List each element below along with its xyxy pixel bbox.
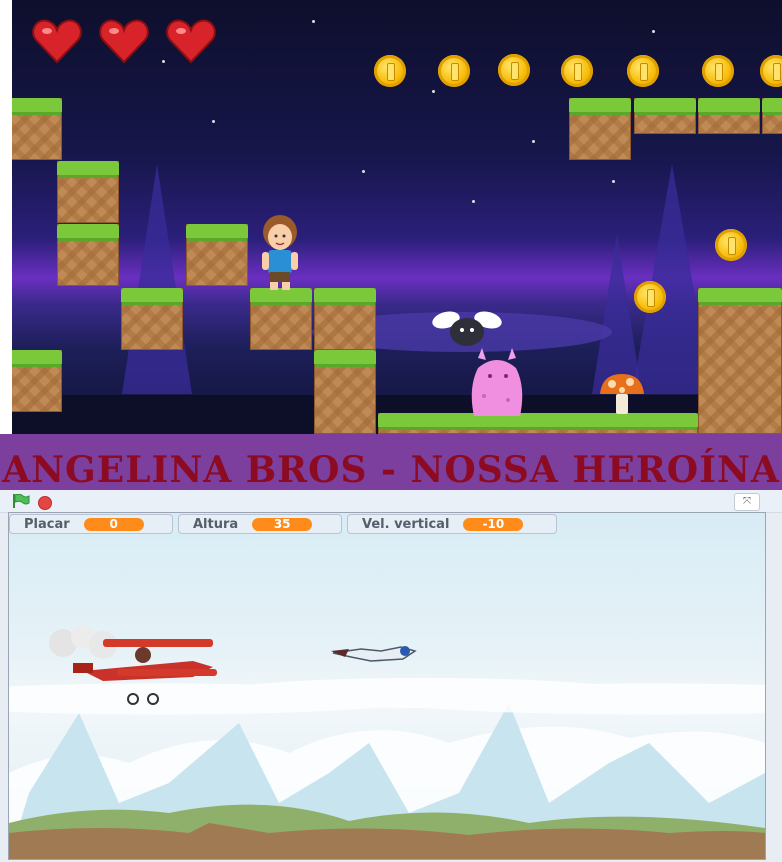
coin-icon — [561, 55, 593, 87]
star — [472, 200, 475, 203]
ground-block — [634, 98, 696, 134]
coin-icon — [627, 55, 659, 87]
stage[interactable]: Placar 0 Altura 35 Vel. vertical -10 — [8, 512, 766, 860]
heart-icon — [32, 19, 82, 64]
monitor-value: -10 — [463, 517, 524, 531]
star — [532, 140, 535, 143]
platformer-scene — [12, 0, 782, 434]
heart-icon — [166, 19, 216, 64]
monitor-label: Placar — [24, 516, 70, 532]
coin-icon — [634, 281, 666, 313]
mountain — [122, 164, 192, 394]
pink-monster — [471, 348, 523, 416]
ground-block — [12, 350, 62, 412]
ground-block — [698, 98, 760, 134]
monitor-altura: Altura 35 — [178, 514, 342, 534]
ground-block — [57, 224, 119, 286]
ground-block — [57, 161, 119, 223]
monitor-value: 0 — [83, 517, 144, 531]
star — [612, 180, 615, 183]
ground-block — [569, 98, 631, 160]
star — [652, 30, 655, 33]
red-biplane-sprite — [49, 625, 217, 705]
flying-enemy — [432, 311, 502, 346]
ground-block — [250, 288, 312, 350]
star — [162, 60, 165, 63]
star — [212, 120, 215, 123]
ground-block — [698, 288, 782, 434]
ground-block — [314, 350, 376, 434]
page-title: ANGELINA BROS - NOSSA HEROÍNA — [0, 434, 782, 490]
monitor-value: 35 — [252, 517, 313, 531]
monitor-label: Altura — [193, 516, 239, 532]
ground-block — [186, 224, 248, 286]
monitor-vel-vertical: Vel. vertical -10 — [347, 514, 557, 534]
star — [432, 90, 435, 93]
bird-sprite — [331, 646, 417, 662]
coin-icon — [715, 229, 747, 261]
ground-block — [121, 288, 183, 350]
ground-block — [12, 98, 62, 160]
coin-icon — [498, 54, 530, 86]
coin-icon — [702, 55, 734, 87]
coin-icon — [760, 55, 782, 87]
mountain — [592, 234, 642, 394]
player-controls: ⤧ — [0, 490, 782, 513]
monitor-placar: Placar 0 — [9, 514, 173, 534]
coin-icon — [438, 55, 470, 87]
ground-block — [314, 288, 376, 350]
coin-icon — [374, 55, 406, 87]
scratch-player: ⤧ Placar 0 Altura 35 Vel. vertical -10 — [0, 490, 782, 862]
star — [312, 20, 315, 23]
ground-block — [762, 98, 782, 134]
monitor-label: Vel. vertical — [362, 516, 450, 532]
player-character — [262, 215, 298, 290]
star — [362, 170, 365, 173]
mushroom-item — [600, 374, 644, 414]
green-flag-icon[interactable] — [12, 494, 30, 508]
stop-icon[interactable] — [38, 496, 52, 510]
ground-block — [378, 413, 698, 434]
heart-icon — [99, 19, 149, 64]
fullscreen-button[interactable]: ⤧ — [734, 493, 760, 511]
